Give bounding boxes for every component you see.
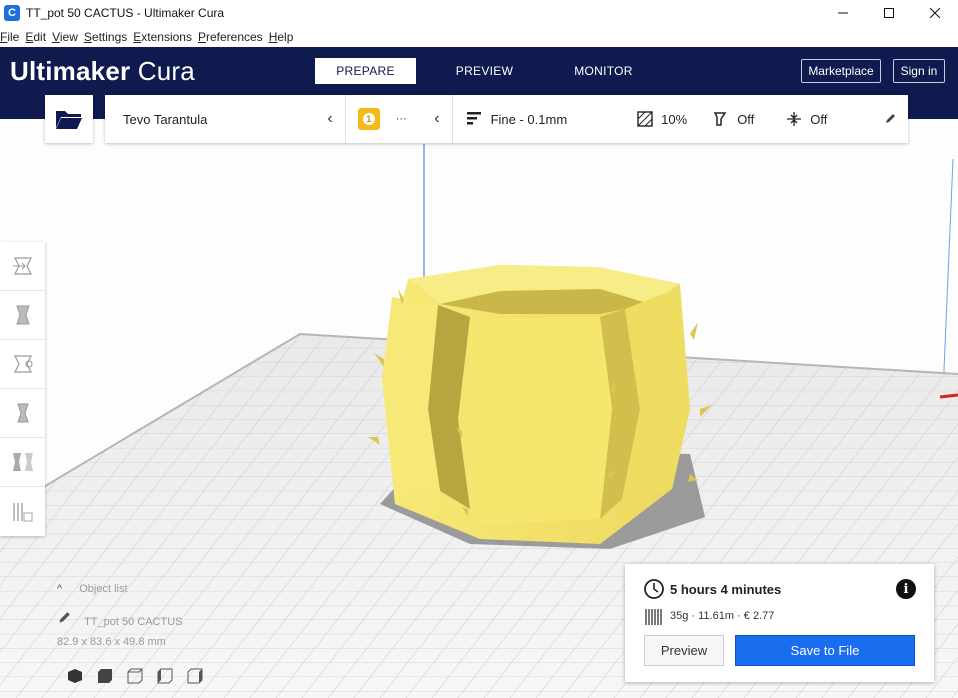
- tool-panel: [0, 242, 45, 536]
- tab-monitor[interactable]: MONITOR: [553, 58, 654, 84]
- infill-value: 10%: [661, 111, 688, 127]
- maximize-button[interactable]: [866, 0, 912, 26]
- adhesion-icon: [787, 112, 802, 126]
- support-value: Off: [737, 111, 755, 127]
- menu-file[interactable]: File: [0, 30, 23, 44]
- profile-label: Fine - 0.1mm: [490, 111, 568, 127]
- extruder-badge-icon: 1: [357, 108, 380, 130]
- menu-help[interactable]: Help: [269, 30, 298, 44]
- pencil-icon: [59, 612, 70, 623]
- chevron-left-icon: ‹: [434, 110, 440, 127]
- rotate-tool-button[interactable]: [0, 340, 45, 389]
- support-blocker-button[interactable]: [0, 487, 45, 536]
- tab-prepare[interactable]: PREPARE: [315, 58, 416, 84]
- print-settings-selector[interactable]: Fine - 0.1mm 10% Off Off: [453, 95, 908, 143]
- mirror-icon: [16, 403, 29, 423]
- per-model-settings-icon: [12, 453, 33, 471]
- support-icon: [713, 112, 727, 126]
- tab-preview[interactable]: PREVIEW: [434, 58, 535, 84]
- mirror-tool-button[interactable]: [0, 389, 45, 438]
- front-view-icon: [98, 669, 112, 683]
- rotate-icon: [13, 355, 32, 373]
- menu-bar: File Edit View Settings Extensions Prefe…: [0, 27, 299, 47]
- printer-selector[interactable]: Tevo Tarantula ‹: [105, 95, 345, 143]
- right-view-button[interactable]: [180, 665, 210, 687]
- cura-app-icon: C: [4, 5, 20, 21]
- extruder-selector[interactable]: 1 ··· ‹: [346, 95, 452, 143]
- clock-icon: [644, 579, 664, 599]
- printer-name: Tevo Tarantula: [123, 111, 208, 127]
- extruder-material: ···: [395, 113, 407, 125]
- print-time: 5 hours 4 minutes: [670, 582, 782, 597]
- object-name-row[interactable]: TT_pot 50 CACTUS: [57, 611, 182, 628]
- top-view-button[interactable]: [120, 665, 150, 687]
- chevron-up-icon: ^: [57, 583, 63, 595]
- 3d-view-icon: [68, 669, 82, 683]
- adhesion-value: Off: [810, 111, 828, 127]
- marketplace-button[interactable]: Marketplace: [801, 59, 881, 83]
- top-view-icon: [127, 668, 143, 684]
- menu-view[interactable]: View: [52, 30, 82, 44]
- view-orientation-controls: [60, 665, 210, 687]
- sign-in-button[interactable]: Sign in: [893, 59, 945, 83]
- brand-logo: Ultimaker Cura: [10, 56, 195, 86]
- pencil-icon: [886, 114, 895, 123]
- scale-tool-button[interactable]: [0, 291, 45, 340]
- menu-preferences[interactable]: Preferences: [198, 30, 267, 44]
- material-usage: 35g · 11.61m · € 2.77: [670, 610, 775, 622]
- menu-edit[interactable]: Edit: [25, 30, 50, 44]
- save-to-file-button[interactable]: Save to File: [735, 635, 915, 666]
- window-controls: [820, 0, 958, 26]
- move-icon: [12, 257, 32, 275]
- object-list-label: Object list: [79, 583, 128, 595]
- folder-open-icon: [56, 111, 82, 129]
- object-name: TT_pot 50 CACTUS: [84, 616, 183, 628]
- profile-layers-icon: [466, 112, 481, 125]
- left-view-button[interactable]: [150, 665, 180, 687]
- print-action-panel: 5 hours 4 minutes i 35g · 11.61m · € 2.7…: [625, 564, 934, 682]
- info-icon[interactable]: i: [896, 579, 916, 599]
- printer-settings-bar: Tevo Tarantula ‹ 1 ··· ‹ Fine - 0.1mm 10…: [105, 95, 908, 143]
- support-blocker-icon: [12, 502, 32, 521]
- right-view-icon: [187, 668, 203, 684]
- chevron-left-icon: ‹: [327, 110, 333, 127]
- object-dimensions: 82.9 x 83.6 x 49.8 mm: [57, 636, 166, 648]
- left-view-icon: [157, 668, 173, 684]
- menu-settings[interactable]: Settings: [84, 30, 131, 44]
- move-tool-button[interactable]: [0, 242, 45, 291]
- minimize-button[interactable]: [820, 0, 866, 26]
- per-model-settings-button[interactable]: [0, 438, 45, 487]
- stage-tabs: PREPARE PREVIEW MONITOR: [315, 58, 672, 84]
- front-view-button[interactable]: [90, 665, 120, 687]
- preview-button[interactable]: Preview: [644, 635, 724, 666]
- window-titlebar: C TT_pot 50 CACTUS - Ultimaker Cura: [0, 0, 958, 26]
- menu-extensions[interactable]: Extensions: [133, 30, 196, 44]
- object-list-toggle[interactable]: ^ Object list: [57, 583, 128, 595]
- infill-icon: [637, 111, 653, 127]
- scale-icon: [15, 305, 30, 325]
- x-axis-marker: [939, 393, 958, 399]
- 3d-view-button[interactable]: [60, 665, 90, 687]
- close-button[interactable]: [912, 0, 958, 26]
- spool-icon: [645, 609, 662, 625]
- open-file-button[interactable]: [45, 95, 93, 143]
- window-title: TT_pot 50 CACTUS - Ultimaker Cura: [26, 6, 225, 20]
